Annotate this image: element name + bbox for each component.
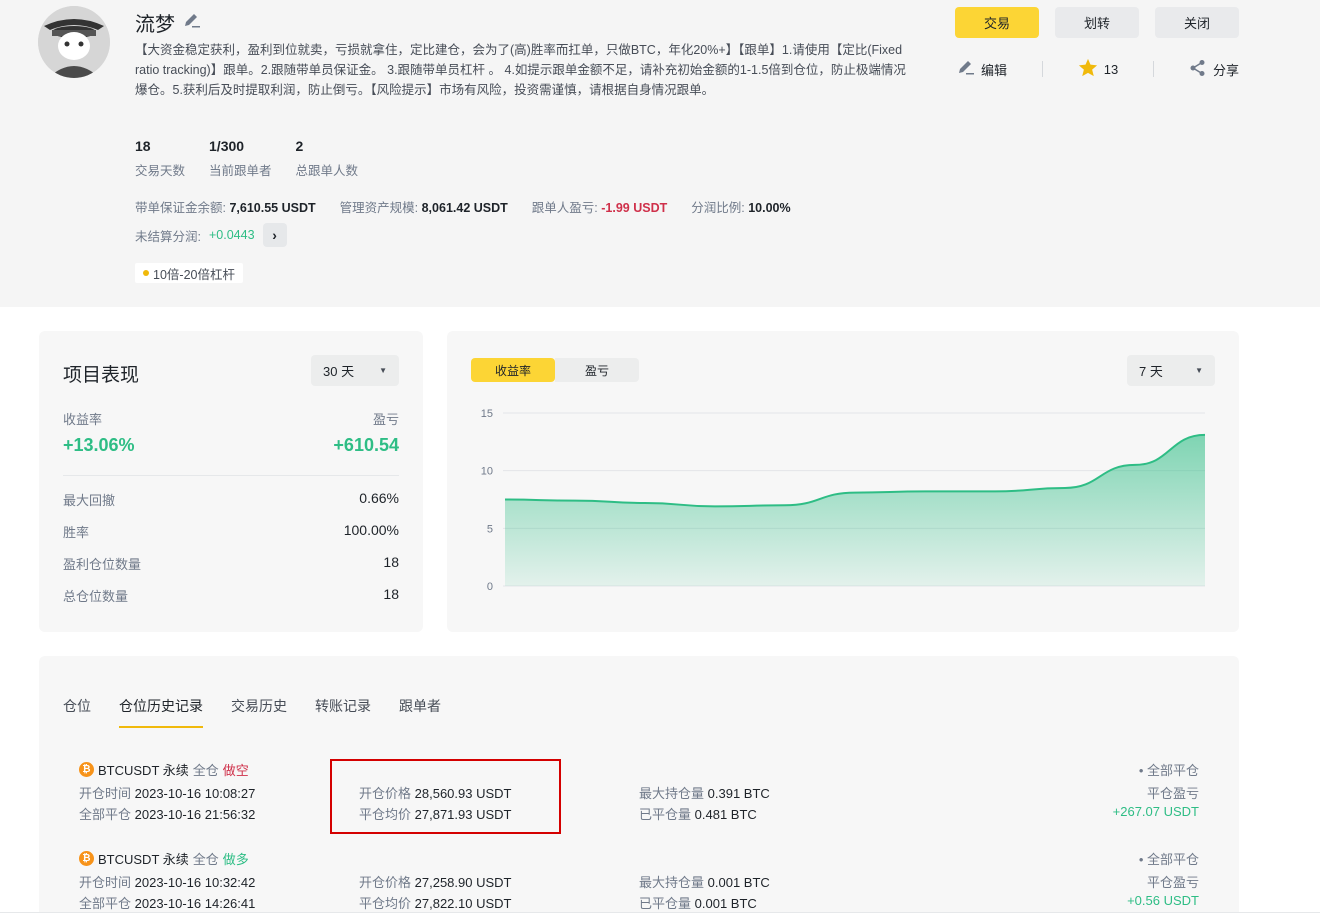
share-action[interactable]: 分享 xyxy=(1189,59,1239,80)
y-tick-label: 0 xyxy=(487,581,493,593)
trader-stats: 18 交易天数 1/300 当前跟单者 2 总跟单人数 xyxy=(135,138,358,179)
chevron-right-icon[interactable]: › xyxy=(262,223,287,247)
performance-title: 项目表现 xyxy=(63,365,140,386)
dot-icon xyxy=(143,270,149,276)
period-select[interactable]: 30 天 ▼ xyxy=(311,355,399,386)
history-card: 仓位 仓位历史记录 交易历史 转账记录 跟单者 ₿ BTCUSDT 永续 全仓 … xyxy=(39,656,1239,920)
avatar xyxy=(38,6,110,78)
aum: 管理资产规模: 8,061.42 USDT xyxy=(339,201,508,215)
bitcoin-icon: ₿ xyxy=(79,851,94,866)
bitcoin-icon: ₿ xyxy=(79,762,94,777)
page-bottom-edge xyxy=(0,912,1320,920)
stat-trading-days: 18 交易天数 xyxy=(135,138,186,178)
favorite-action[interactable]: 13 xyxy=(1078,58,1118,80)
stat-total-followers: 2 总跟单人数 xyxy=(295,138,359,178)
roi-label: 收益率 xyxy=(63,412,103,427)
unsettled-share: 未结算分润: +0.0443 › xyxy=(135,223,287,247)
edit-action[interactable]: 编辑 xyxy=(957,60,1007,79)
edit-name-icon[interactable] xyxy=(183,13,201,32)
area-fill xyxy=(505,434,1205,586)
tab-position-history[interactable]: 仓位历史记录 xyxy=(119,696,203,728)
caret-down-icon: ▼ xyxy=(379,366,387,375)
stat-row: 最大回撤 0.66% xyxy=(63,490,399,508)
tab-positions[interactable]: 仓位 xyxy=(63,696,91,728)
tab-followers[interactable]: 跟单者 xyxy=(399,696,441,728)
close-button[interactable]: 关闭 xyxy=(1155,7,1239,38)
pnl-value: +0.56 USDT xyxy=(1127,893,1199,908)
trader-metrics: 带单保证金余额: 7,610.55 USDT 管理资产规模: 8,061.42 … xyxy=(135,197,791,216)
stat-row: 胜率 100.00% xyxy=(63,522,399,540)
status-badge: • 全部平仓 xyxy=(1138,763,1199,778)
roi-value: +13.06% xyxy=(63,435,135,455)
list-item[interactable]: ₿ BTCUSDT 永续 全仓 做多 开仓时间 2023-10-16 10:32… xyxy=(79,849,1199,920)
share-icon xyxy=(1189,59,1207,80)
star-icon xyxy=(1078,58,1098,80)
y-tick-label: 15 xyxy=(481,408,493,420)
history-tabs: 仓位 仓位历史记录 交易历史 转账记录 跟单者 xyxy=(63,696,441,728)
divider xyxy=(1041,61,1043,77)
pnl-value: +267.07 USDT xyxy=(1112,804,1199,819)
highlight-box xyxy=(330,759,561,834)
stat-row: 盈利仓位数量 18 xyxy=(63,554,399,572)
y-tick-label: 5 xyxy=(487,523,493,535)
status-badge: • 全部平仓 xyxy=(1138,852,1199,867)
y-tick-label: 10 xyxy=(481,466,493,478)
divider xyxy=(63,475,399,476)
list-item[interactable]: ₿ BTCUSDT 永续 全仓 做空 开仓时间 2023-10-16 10:08… xyxy=(79,760,1199,840)
leverage-tag: 10倍-20倍杠杆 xyxy=(135,263,243,283)
profit-share: 分润比例: 10.00% xyxy=(691,201,791,215)
performance-card: 项目表现 30 天 ▼ 收益率 盈亏 +13.06% +610.54 最大回撤 … xyxy=(39,331,423,632)
side-badge: 做空 xyxy=(222,763,249,778)
stat-row: 总仓位数量 18 xyxy=(63,586,399,604)
pnl-value: +610.54 xyxy=(333,435,399,455)
roi-chart: 15 10 5 0 xyxy=(481,408,1206,593)
tab-transfer-records[interactable]: 转账记录 xyxy=(315,696,371,728)
trader-description: 【大资金稳定获利，盈利到位就卖，亏损就拿住，定比建仓，会为了(高)胜率而扛单，只… xyxy=(135,43,906,97)
margin-balance: 带单保证金余额: 7,610.55 USDT xyxy=(135,201,316,215)
follower-pnl: 跟单人盈亏: -1.99 USDT xyxy=(531,201,668,215)
transfer-button[interactable]: 划转 xyxy=(1055,7,1139,38)
trade-button[interactable]: 交易 xyxy=(955,7,1039,38)
chart-card: 收益率 盈亏 7 天 ▼ 15 10 5 0 xyxy=(447,331,1239,632)
stat-current-followers: 1/300 当前跟单者 xyxy=(209,138,272,178)
trader-name: 流梦 xyxy=(135,14,175,36)
side-badge: 做多 xyxy=(222,852,249,867)
tab-trade-history[interactable]: 交易历史 xyxy=(231,696,287,728)
edit-icon xyxy=(957,60,975,79)
pnl-label: 盈亏 xyxy=(372,412,399,427)
divider xyxy=(1153,61,1155,77)
